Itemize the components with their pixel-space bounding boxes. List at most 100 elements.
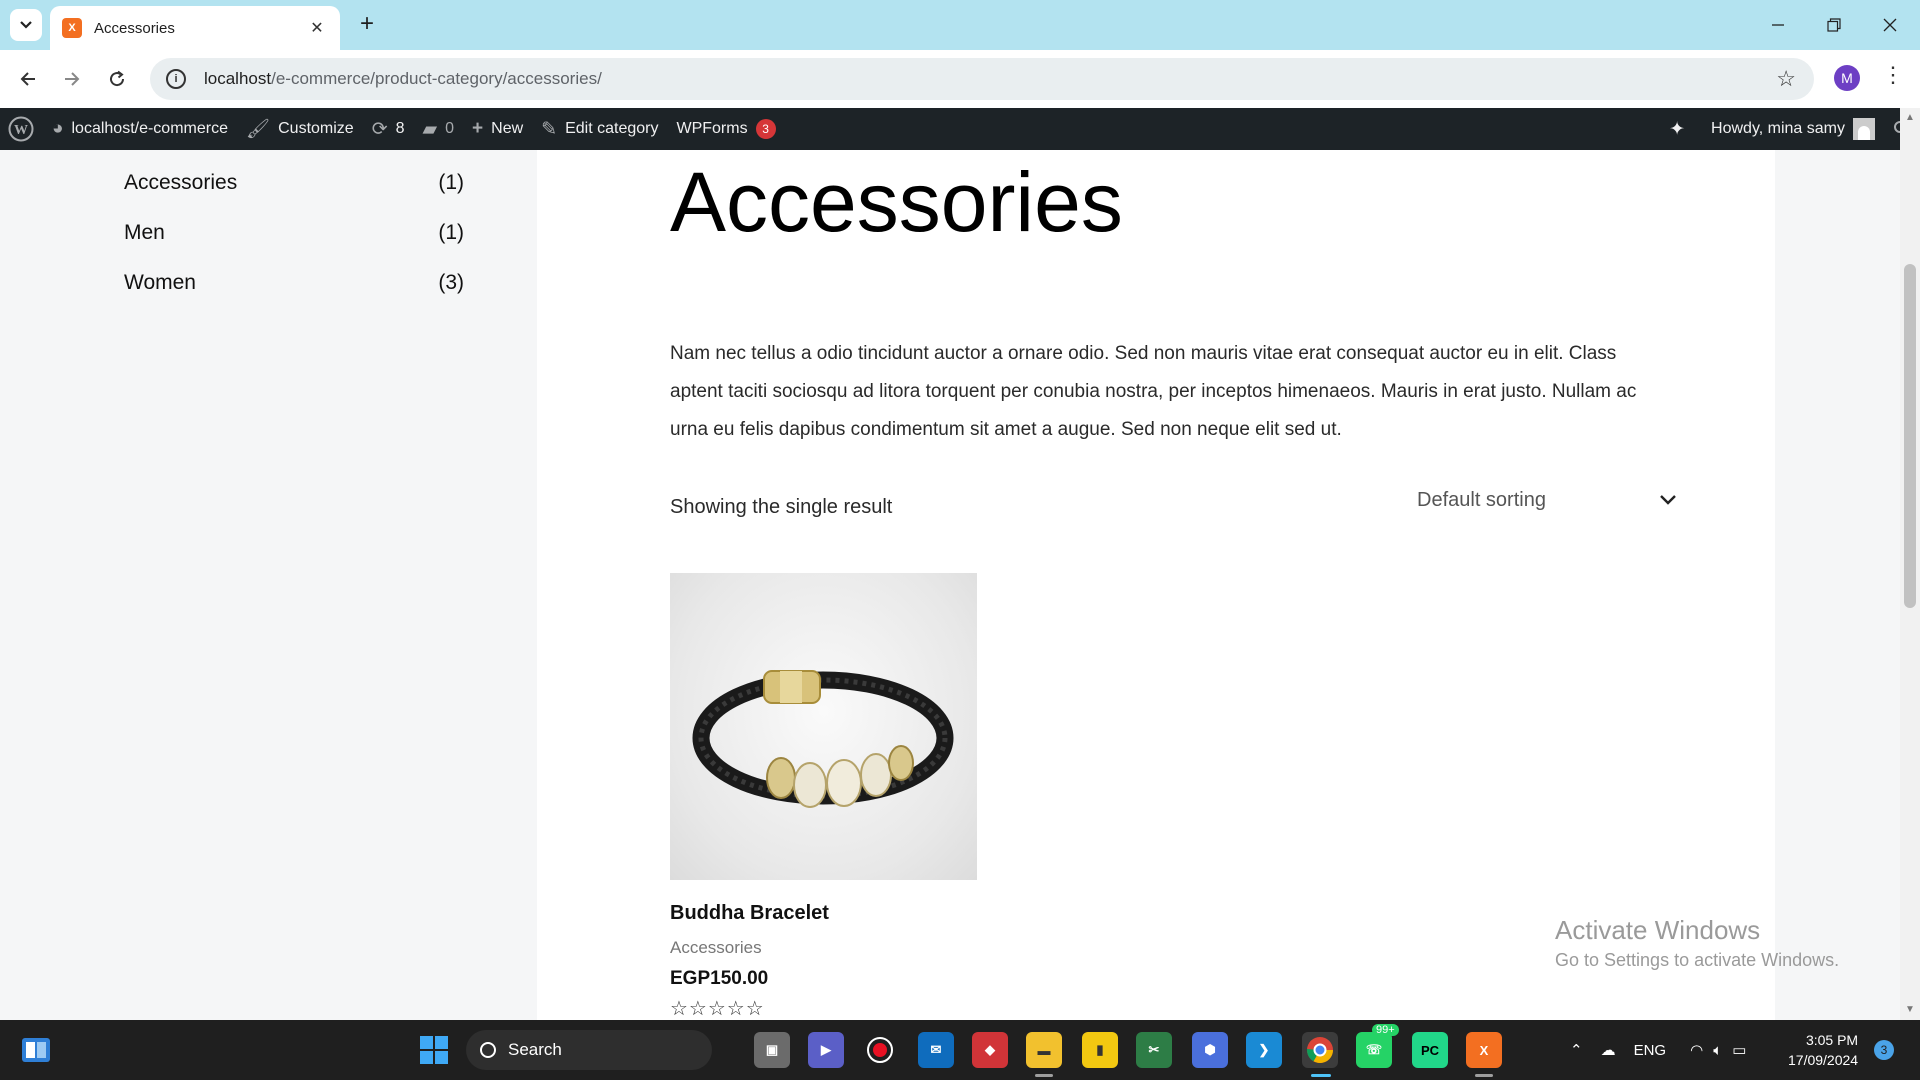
clock-time: 3:05 PM: [1805, 1032, 1859, 1048]
vscode-icon[interactable]: ❯: [1246, 1032, 1282, 1068]
scroll-down-arrow-icon[interactable]: ▼: [1905, 1004, 1915, 1015]
search-icon: [480, 1042, 496, 1058]
start-button[interactable]: [416, 1032, 452, 1068]
site-name-label: localhost/e-commerce: [71, 120, 228, 137]
whatsapp-icon[interactable]: ☏: [1356, 1032, 1392, 1068]
category-count: (3): [438, 271, 464, 294]
restore-button[interactable]: [1806, 0, 1862, 50]
adminbar-new[interactable]: + New: [463, 108, 532, 150]
minimize-button[interactable]: [1750, 0, 1806, 50]
address-bar[interactable]: i localhost/e-commerce/product-category/…: [150, 58, 1814, 100]
taskbar-search[interactable]: Search: [466, 1030, 712, 1070]
restore-icon: [1827, 18, 1841, 32]
page-title: Accessories: [670, 155, 1123, 249]
product-image[interactable]: [670, 573, 977, 880]
category-item-men[interactable]: Men (1): [124, 221, 464, 245]
chrome-icon[interactable]: [1302, 1032, 1338, 1068]
battery-icon[interactable]: ▭: [1732, 1041, 1746, 1059]
profile-avatar[interactable]: M: [1834, 65, 1860, 91]
mail-icon[interactable]: ✉: [918, 1032, 954, 1068]
sorting-selected-value: Default sorting: [1417, 488, 1546, 511]
new-tab-button[interactable]: +: [352, 10, 382, 40]
product-categories-sidebar: Accessories (1) Men (1) Women (3): [0, 150, 537, 1020]
tab-close-icon[interactable]: ✕: [306, 18, 328, 38]
anydesk-icon[interactable]: ◆: [972, 1032, 1008, 1068]
whatsapp-badge: 99+: [1372, 1024, 1399, 1036]
close-window-button[interactable]: [1862, 0, 1918, 50]
xampp-favicon-icon: X: [62, 18, 82, 38]
widgets-icon[interactable]: [18, 1032, 54, 1068]
chevron-down-icon: [20, 21, 32, 29]
product-title[interactable]: Buddha Bracelet: [670, 902, 829, 925]
adminbar-edit-category[interactable]: ✎ Edit category: [532, 108, 667, 150]
volume-icon[interactable]: 🔈︎: [1713, 1042, 1722, 1059]
teams-chat-icon[interactable]: ▶: [808, 1032, 844, 1068]
sparkle-icon: ✦: [1669, 118, 1686, 140]
reload-button[interactable]: [101, 63, 133, 95]
search-label: Search: [508, 1040, 562, 1059]
bracelet-image: [692, 670, 954, 808]
back-button[interactable]: [12, 63, 44, 95]
wpforms-badge: 3: [755, 119, 776, 139]
pycharm-icon[interactable]: PC: [1412, 1032, 1448, 1068]
scroll-up-arrow-icon[interactable]: ▲: [1905, 112, 1915, 123]
category-name[interactable]: Men: [124, 221, 165, 245]
main-content: Accessories Nam nec tellus a odio tincid…: [537, 150, 1775, 1020]
wordpress-logo-menu[interactable]: W: [0, 108, 43, 150]
virtualbox-icon[interactable]: ⬢: [1192, 1032, 1228, 1068]
show-hidden-icons-chevron-icon[interactable]: ⌃: [1570, 1041, 1583, 1059]
file-explorer-icon[interactable]: ▬: [1026, 1032, 1062, 1068]
adminbar-comments[interactable]: ▰ 0: [414, 108, 464, 150]
taskbar-clock[interactable]: 3:05 PM 17/09/2024: [1788, 1030, 1858, 1070]
chrome-logo-icon: [1306, 1037, 1334, 1064]
adminbar-my-account[interactable]: Howdy, mina samy: [1702, 108, 1884, 150]
adminbar-site-name[interactable]: ◕ localhost/e-commerce: [43, 108, 237, 150]
category-name[interactable]: Women: [124, 271, 196, 295]
adminbar-updates[interactable]: ⟳ 8: [363, 108, 414, 150]
xampp-icon[interactable]: X: [1466, 1032, 1502, 1068]
onedrive-cloud-icon[interactable]: ☁: [1601, 1041, 1616, 1059]
updates-icon: ⟳: [371, 118, 388, 140]
site-info-icon[interactable]: i: [166, 69, 186, 89]
input-language[interactable]: ENG: [1634, 1042, 1667, 1059]
comments-count: 0: [445, 120, 455, 137]
notification-badge[interactable]: 3: [1874, 1040, 1894, 1060]
wifi-icon[interactable]: ◠: [1690, 1041, 1703, 1059]
forward-button[interactable]: [56, 63, 88, 95]
category-name[interactable]: Accessories: [124, 171, 237, 195]
product-rating: ☆☆☆☆☆: [670, 998, 765, 1020]
scrollbar-thumb[interactable]: [1904, 264, 1916, 608]
screen-recorder-icon[interactable]: [862, 1032, 898, 1068]
new-label: New: [491, 120, 524, 137]
paintbrush-icon: 🖌︎: [245, 119, 271, 140]
category-description: Nam nec tellus a odio tincidunt auctor a…: [670, 343, 1637, 440]
product-category: Accessories: [670, 938, 762, 957]
power-bi-icon[interactable]: ▮: [1082, 1032, 1118, 1068]
product-price: EGP150.00: [670, 968, 769, 989]
arrow-left-icon: [20, 72, 35, 86]
page-scrollbar[interactable]: ▲ ▼: [1900, 108, 1920, 1020]
tab-search-dropdown-button[interactable]: [10, 9, 42, 41]
category-item-women[interactable]: Women (3): [124, 271, 464, 295]
minimize-icon: [1772, 24, 1784, 26]
task-view-icon[interactable]: ▣: [754, 1032, 790, 1068]
watermark-subtitle: Go to Settings to activate Windows.: [1555, 950, 1840, 970]
adminbar-customize[interactable]: 🖌︎ Customize: [237, 108, 363, 150]
record-icon: [867, 1037, 893, 1063]
adminbar-wpforms[interactable]: WPForms 3: [667, 108, 784, 150]
close-icon: [1883, 18, 1897, 32]
sorting-select[interactable]: Default sorting: [1417, 480, 1677, 520]
category-item-accessories[interactable]: Accessories (1): [124, 171, 464, 195]
active-tab[interactable]: X Accessories ✕: [50, 6, 340, 50]
category-count: (1): [438, 171, 464, 194]
browser-menu-icon[interactable]: ⋮: [1882, 62, 1904, 88]
bookmark-star-icon[interactable]: ☆: [1776, 66, 1796, 92]
user-avatar: [1853, 118, 1875, 140]
watermark-title: Activate Windows: [1555, 915, 1761, 945]
dashboard-icon: ◕: [52, 118, 64, 139]
adminbar-ai-sparkle[interactable]: ✦: [1660, 108, 1702, 150]
comment-icon: ▰: [422, 118, 438, 140]
clock-date: 17/09/2024: [1788, 1052, 1859, 1068]
snipping-tool-icon[interactable]: ✂: [1136, 1032, 1172, 1068]
customize-label: Customize: [278, 120, 354, 137]
